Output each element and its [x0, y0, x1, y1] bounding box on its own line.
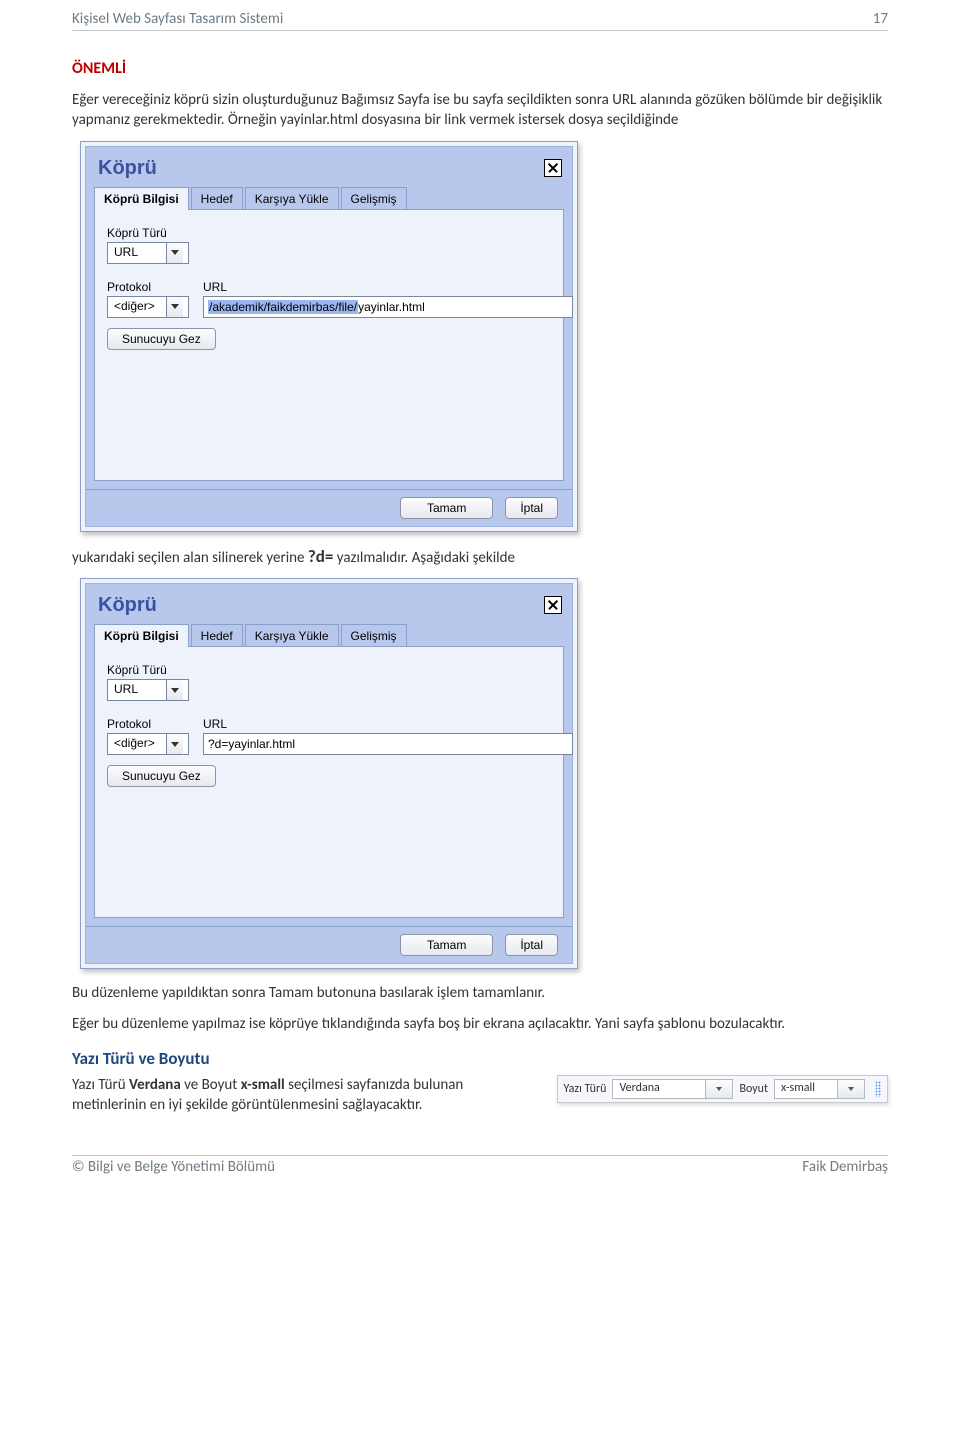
- kopru-turu-label: Köprü Türü: [107, 663, 551, 677]
- url-value: ?d=yayinlar.html: [208, 737, 295, 751]
- tab-kopru-bilgisi[interactable]: Köprü Bilgisi: [94, 624, 189, 647]
- font-toolbar-screenshot: Yazı Türü Verdana Boyut x-small: [557, 1075, 888, 1103]
- protokol-select[interactable]: <diğer>: [107, 296, 189, 318]
- mid-paragraph: yukarıdaki seçilen alan silinerek yerine…: [72, 546, 888, 569]
- font-verdana: Verdana: [129, 1076, 181, 1094]
- page-header: Kişisel Web Sayfası Tasarım Sistemi 17: [72, 10, 888, 31]
- font-section-heading: Yazı Türü ve Boyutu: [72, 1048, 888, 1069]
- cancel-button[interactable]: İptal: [505, 497, 558, 519]
- mid-code: ?d=: [308, 546, 333, 567]
- chevron-down-icon[interactable]: [166, 680, 183, 700]
- kopru-turu-select[interactable]: URL: [107, 242, 189, 264]
- font-para-pre: Yazı Türü: [72, 1076, 129, 1094]
- footer-left: © Bilgi ve Belge Yönetimi Bölümü: [72, 1158, 275, 1176]
- warning-paragraph: Eğer bu düzenleme yapılmaz ise köprüye t…: [72, 1014, 888, 1034]
- hyperlink-dialog-2: Köprü Köprü Bilgisi Hedef Karşıya Yükle …: [80, 578, 578, 969]
- chevron-down-icon[interactable]: [166, 243, 183, 263]
- size-value: x-small: [775, 1080, 837, 1098]
- ok-button[interactable]: Tamam: [400, 497, 493, 519]
- cancel-button[interactable]: İptal: [505, 934, 558, 956]
- dialog-tabs: Köprü Bilgisi Hedef Karşıya Yükle Gelişm…: [86, 623, 572, 646]
- chevron-down-icon[interactable]: [166, 297, 183, 317]
- kopru-turu-value: URL: [108, 680, 166, 700]
- kopru-turu-label: Köprü Türü: [107, 226, 551, 240]
- font-select[interactable]: Verdana: [612, 1079, 733, 1099]
- dialog-title-text: Köprü: [98, 157, 157, 180]
- footer-right: Faik Demirbaş: [802, 1158, 888, 1176]
- chevron-down-icon[interactable]: [837, 1080, 864, 1098]
- protokol-value: <diğer>: [108, 734, 166, 754]
- url-label: URL: [203, 280, 573, 294]
- dialog-tabs: Köprü Bilgisi Hedef Karşıya Yükle Gelişm…: [86, 186, 572, 209]
- tab-gelismis[interactable]: Gelişmiş: [341, 624, 407, 647]
- font-label: Yazı Türü: [564, 1082, 607, 1096]
- url-label: URL: [203, 717, 573, 731]
- close-icon[interactable]: [544, 596, 562, 614]
- tab-hedef[interactable]: Hedef: [191, 624, 243, 647]
- tab-gelismis[interactable]: Gelişmiş: [341, 187, 407, 210]
- url-rest: yayinlar.html: [358, 300, 425, 314]
- mid-text-post: yazılmalıdır. Aşağıdaki şekilde: [337, 549, 515, 567]
- size-label: Boyut: [739, 1082, 768, 1096]
- page-number: 17: [873, 10, 888, 28]
- protokol-select[interactable]: <diğer>: [107, 733, 189, 755]
- font-xsmall: x-small: [241, 1076, 285, 1094]
- intro-paragraph: Eğer vereceğiniz köprü sizin oluşturduğu…: [72, 90, 888, 131]
- kopru-turu-value: URL: [108, 243, 166, 263]
- protokol-label: Protokol: [107, 717, 189, 731]
- important-heading: ÖNEMLİ: [72, 59, 888, 78]
- kopru-turu-select[interactable]: URL: [107, 679, 189, 701]
- tab-karsiya-yukle[interactable]: Karşıya Yükle: [245, 187, 339, 210]
- font-value: Verdana: [613, 1080, 705, 1098]
- font-section-paragraph: Yazı Türü Verdana ve Boyut x-small seçil…: [72, 1075, 541, 1116]
- ok-button[interactable]: Tamam: [400, 934, 493, 956]
- url-input[interactable]: ?d=yayinlar.html: [203, 733, 573, 755]
- mid-text-pre: yukarıdaki seçilen alan silinerek yerine: [72, 549, 308, 567]
- header-title: Kişisel Web Sayfası Tasarım Sistemi: [72, 10, 283, 28]
- browse-server-button[interactable]: Sunucuyu Gez: [107, 328, 216, 350]
- font-para-mid: ve Boyut: [181, 1076, 241, 1094]
- drag-handle-icon: [875, 1081, 881, 1097]
- tab-kopru-bilgisi[interactable]: Köprü Bilgisi: [94, 187, 189, 210]
- close-icon[interactable]: [544, 159, 562, 177]
- hyperlink-dialog-1: Köprü Köprü Bilgisi Hedef Karşıya Yükle …: [80, 141, 578, 532]
- size-select[interactable]: x-small: [774, 1079, 865, 1099]
- browse-server-button[interactable]: Sunucuyu Gez: [107, 765, 216, 787]
- tab-karsiya-yukle[interactable]: Karşıya Yükle: [245, 624, 339, 647]
- dialog-title-text: Köprü: [98, 594, 157, 617]
- chevron-down-icon[interactable]: [705, 1080, 732, 1098]
- page-footer: © Bilgi ve Belge Yönetimi Bölümü Faik De…: [72, 1155, 888, 1176]
- url-selected-part: /akademik/faikdemirbas/file/: [208, 300, 358, 314]
- tab-hedef[interactable]: Hedef: [191, 187, 243, 210]
- chevron-down-icon[interactable]: [166, 734, 183, 754]
- after-dialog2-paragraph: Bu düzenleme yapıldıktan sonra Tamam but…: [72, 983, 888, 1003]
- protokol-label: Protokol: [107, 280, 189, 294]
- url-input[interactable]: /akademik/faikdemirbas/file/yayinlar.htm…: [203, 296, 573, 318]
- protokol-value: <diğer>: [108, 297, 166, 317]
